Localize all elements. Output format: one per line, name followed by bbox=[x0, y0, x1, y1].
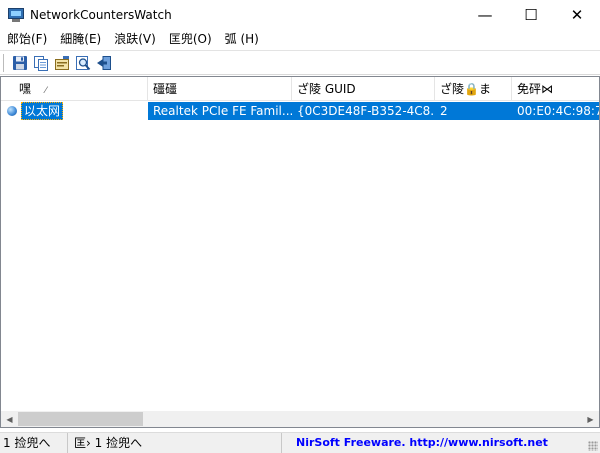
find-icon bbox=[76, 55, 91, 70]
column-header-index[interactable]: ざ陵🔒ま bbox=[435, 77, 512, 101]
save-button[interactable] bbox=[11, 54, 29, 72]
nirsoft-link[interactable]: NirSoft Freeware. http://www.nirsoft.net bbox=[282, 433, 570, 453]
resize-grip[interactable] bbox=[588, 441, 598, 451]
minimize-button[interactable]: — bbox=[462, 0, 508, 30]
status-item-count: 1 捡兜へ bbox=[0, 432, 68, 453]
column-header-guid[interactable]: ざ陵 GUID bbox=[292, 77, 435, 101]
exit-button[interactable] bbox=[95, 54, 113, 72]
table-cell-name: 以太网 bbox=[1, 102, 148, 120]
menu-view[interactable]: 浪趺(V) bbox=[107, 30, 162, 49]
arrow-right-icon: ▶ bbox=[587, 414, 594, 424]
column-header-mac[interactable]: 免砰⋈ bbox=[512, 77, 599, 101]
close-icon: ✕ bbox=[570, 6, 584, 24]
copy-icon bbox=[34, 55, 48, 71]
maximize-button[interactable]: ☐ bbox=[508, 0, 554, 30]
network-adapters-list[interactable]: 嘿 ⁄ 礓礓 ざ陵 GUID ざ陵🔒ま 免砰⋈ 以太网 Realtek PCIe … bbox=[0, 76, 600, 428]
column-header-name[interactable]: 嘿 ⁄ bbox=[1, 77, 148, 101]
menu-edit[interactable]: 細腌(E) bbox=[53, 30, 107, 49]
properties-button[interactable] bbox=[53, 54, 71, 72]
status-bar: 1 捡兜へ 匡› 1 捡兜へ NirSoft Freeware. http://… bbox=[0, 432, 600, 453]
scrollbar-track[interactable] bbox=[18, 411, 582, 427]
menu-file[interactable]: 郎饴(F) bbox=[0, 30, 53, 49]
save-icon bbox=[13, 55, 27, 70]
scroll-right-button[interactable]: ▶ bbox=[582, 411, 599, 427]
scroll-left-button[interactable]: ◀ bbox=[1, 411, 18, 427]
properties-icon bbox=[55, 55, 69, 70]
table-cell-mac: 00:E0:4C:98:74: bbox=[512, 102, 599, 120]
sort-indicator-icon: ⁄ bbox=[45, 86, 47, 96]
toolbar-grip[interactable] bbox=[3, 53, 6, 72]
app-icon bbox=[8, 7, 24, 23]
list-header: 嘿 ⁄ 礓礓 ざ陵 GUID ざ陵🔒ま 免砰⋈ bbox=[1, 77, 599, 101]
arrow-left-icon: ◀ bbox=[6, 414, 13, 424]
status-selected-count: 匡› 1 捡兜へ bbox=[68, 432, 282, 453]
horizontal-scrollbar[interactable]: ◀ ▶ bbox=[1, 411, 599, 427]
copy-button[interactable] bbox=[32, 54, 50, 72]
window-controls: — ☐ ✕ bbox=[462, 0, 600, 30]
title-bar: NetworkCountersWatch — ☐ ✕ bbox=[0, 0, 600, 30]
table-cell-guid: {0C3DE48F-B352-4C8... bbox=[292, 102, 435, 120]
menu-help[interactable]: 弧 (H) bbox=[218, 30, 265, 49]
table-cell-index: 2 bbox=[435, 102, 512, 120]
close-button[interactable]: ✕ bbox=[554, 0, 600, 30]
minimize-icon: — bbox=[477, 6, 493, 24]
table-row[interactable]: 以太网 Realtek PCIe FE Famil... {0C3DE48F-B… bbox=[1, 102, 599, 120]
column-header-description[interactable]: 礓礓 bbox=[148, 77, 292, 101]
table-cell-description: Realtek PCIe FE Famil... bbox=[148, 102, 292, 120]
exit-icon bbox=[97, 55, 111, 70]
toolbar bbox=[0, 50, 600, 75]
network-adapter-icon bbox=[7, 106, 17, 116]
maximize-icon: ☐ bbox=[524, 6, 538, 24]
menu-bar: 郎饴(F) 細腌(E) 浪趺(V) 匡兜(O) 弧 (H) bbox=[0, 30, 600, 49]
menu-options[interactable]: 匡兜(O) bbox=[162, 30, 218, 49]
scrollbar-thumb[interactable] bbox=[18, 412, 143, 426]
window-title: NetworkCountersWatch bbox=[30, 8, 172, 22]
find-button[interactable] bbox=[74, 54, 92, 72]
